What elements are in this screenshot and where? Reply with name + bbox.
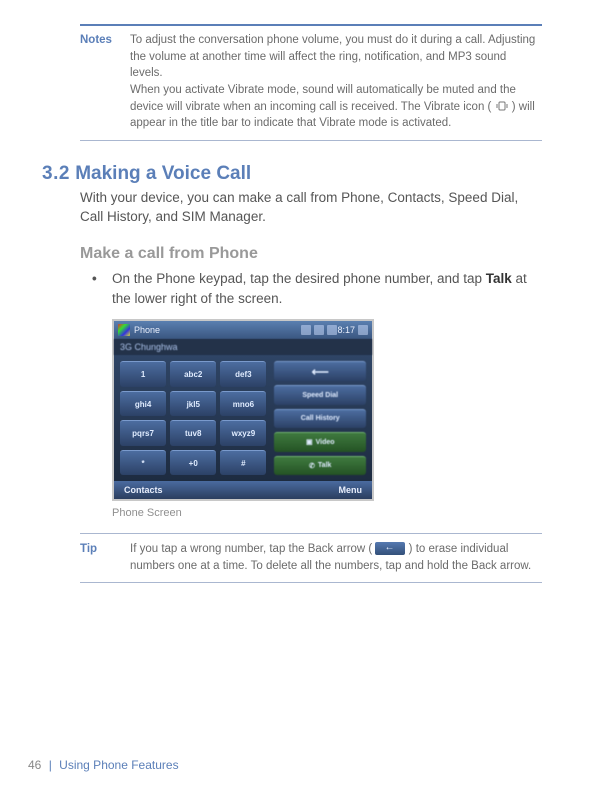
section-intro: With your device, you can make a call fr… [80, 189, 536, 227]
key-0[interactable]: +0 [170, 450, 216, 476]
dialer-side-column: ⟵ Speed Dial Call History ▣Video ✆Talk [272, 355, 372, 481]
section-title: Making a Voice Call [75, 163, 251, 184]
call-history-button[interactable]: Call History [274, 409, 366, 429]
key-9[interactable]: wxyz9 [220, 420, 266, 446]
start-icon [118, 324, 130, 336]
instruction-bullet: • On the Phone keypad, tap the desired p… [92, 269, 536, 310]
video-call-button[interactable]: ▣Video [274, 432, 366, 452]
signal-icon [301, 325, 311, 335]
notes-label: Notes [80, 32, 130, 132]
tip-text: If you tap a wrong number, tap the Back … [130, 541, 542, 574]
screenshot-caption: Phone Screen [112, 507, 556, 519]
key-1[interactable]: 1 [120, 361, 166, 387]
phone-icon: ✆ [309, 462, 315, 470]
speed-dial-button[interactable]: Speed Dial [274, 385, 366, 405]
key-star[interactable]: * [120, 450, 166, 476]
page-number: 46 [28, 758, 41, 772]
bullet-strong: Talk [486, 271, 512, 286]
network-icon [314, 325, 324, 335]
video-icon: ▣ [306, 438, 313, 446]
page-footer: 46 | Using Phone Features [28, 758, 179, 772]
section-heading: 3.2 Making a Voice Call [42, 163, 556, 185]
notes-box: Notes To adjust the conversation phone v… [80, 24, 542, 141]
key-2[interactable]: abc2 [170, 361, 216, 387]
back-arrow-button-icon [375, 542, 405, 555]
chapter-name: Using Phone Features [59, 758, 178, 772]
section-number: 3.2 [42, 163, 70, 184]
volume-icon [327, 325, 337, 335]
subsection-heading: Make a call from Phone [80, 245, 556, 263]
key-3[interactable]: def3 [220, 361, 266, 387]
footer-separator: | [49, 758, 52, 772]
dialer-area: 1 abc2 def3 ghi4 jkl5 mno6 pqrs7 tuv8 wx… [114, 355, 372, 481]
back-button[interactable]: ⟵ [274, 361, 366, 381]
phone-softkey-bar: Contacts Menu [114, 481, 372, 499]
key-8[interactable]: tuv8 [170, 420, 216, 446]
talk-button[interactable]: ✆Talk [274, 456, 366, 476]
bullet-pre: On the Phone keypad, tap the desired pho… [112, 271, 486, 286]
key-5[interactable]: jkl5 [170, 391, 216, 417]
key-7[interactable]: pqrs7 [120, 420, 166, 446]
notes-text: To adjust the conversation phone volume,… [130, 32, 542, 132]
tip-label: Tip [80, 541, 130, 574]
notes-para1: To adjust the conversation phone volume,… [130, 34, 535, 79]
softkey-menu[interactable]: Menu [339, 485, 363, 495]
vibrate-icon [495, 100, 509, 112]
tip-text-a: If you tap a wrong number, tap the Back … [130, 543, 372, 555]
phone-operator: 3G Chunghwa [114, 339, 372, 355]
key-hash[interactable]: # [220, 450, 266, 476]
tip-box: Tip If you tap a wrong number, tap the B… [80, 533, 542, 582]
back-arrow-icon: ⟵ [312, 365, 329, 379]
key-6[interactable]: mno6 [220, 391, 266, 417]
phone-clock: 8:17 [337, 325, 355, 335]
softkey-contacts[interactable]: Contacts [124, 485, 163, 495]
dialer-keypad: 1 abc2 def3 ghi4 jkl5 mno6 pqrs7 tuv8 wx… [114, 355, 272, 481]
phone-titlebar: Phone 8:17 [114, 321, 372, 339]
bullet-marker: • [92, 269, 112, 310]
phone-screenshot: Phone 8:17 3G Chunghwa 1 abc2 def3 ghi4 … [112, 319, 374, 501]
close-icon [358, 325, 368, 335]
phone-title: Phone [134, 325, 160, 335]
key-4[interactable]: ghi4 [120, 391, 166, 417]
notes-para2a: When you activate Vibrate mode, sound wi… [130, 84, 516, 113]
